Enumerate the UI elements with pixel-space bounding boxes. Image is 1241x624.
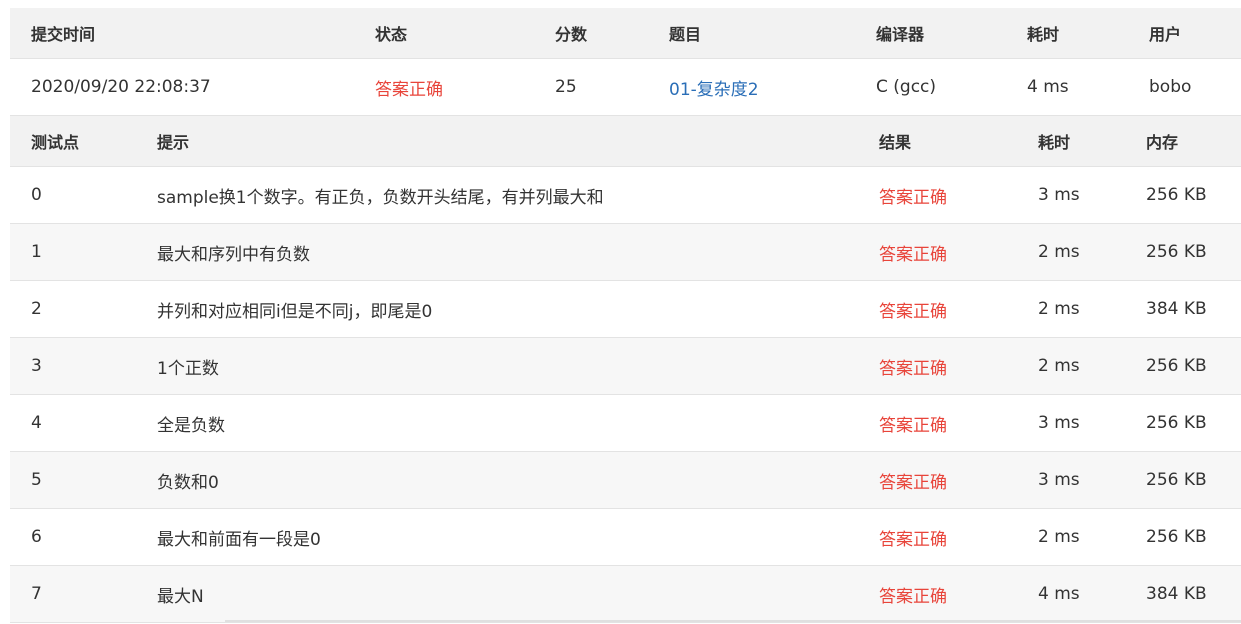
testcase-result: 答案正确	[879, 244, 947, 265]
testcase-memory: 256 KB	[1146, 527, 1207, 547]
testcase-memory: 256 KB	[1146, 470, 1207, 490]
testcase-hint: 最大N	[157, 586, 204, 607]
header-status: 状态	[375, 25, 408, 44]
status-badge: 答案正确	[375, 79, 443, 100]
compiler-value: C (gcc)	[876, 77, 937, 97]
submission-header-row: 提交时间 状态 分数 题目 编译器 耗时 用户	[10, 8, 1241, 59]
testcase-hint: 1个正数	[157, 358, 219, 379]
testcase-time: 3 ms	[1038, 413, 1080, 433]
header-memory: 内存	[1146, 133, 1179, 152]
testcase-id: 4	[31, 413, 42, 433]
testcase-hint: sample换1个数字。有正负，负数开头结尾，有并列最大和	[157, 187, 604, 208]
testcase-memory: 256 KB	[1146, 413, 1207, 433]
testcase-id: 5	[31, 470, 42, 490]
testcase-header-row: 测试点 提示 结果 耗时 内存	[10, 116, 1241, 167]
header-problem: 题目	[669, 25, 702, 44]
header-compiler: 编译器	[876, 25, 925, 44]
user-link[interactable]: bobo	[1149, 59, 1191, 115]
testcase-result: 答案正确	[879, 301, 947, 322]
testcase-memory: 256 KB	[1146, 242, 1207, 262]
table-row: 3 1个正数 答案正确 2 ms 256 KB	[10, 338, 1241, 395]
results-container: 提交时间 状态 分数 题目 编译器 耗时 用户 2020/09/20 22:08…	[10, 8, 1241, 623]
header-testcase: 测试点	[31, 133, 80, 152]
testcase-result: 答案正确	[879, 187, 947, 208]
testcase-id: 6	[31, 527, 42, 547]
table-row: 6 最大和前面有一段是0 答案正确 2 ms 256 KB	[10, 509, 1241, 566]
header-submit-time: 提交时间	[31, 25, 96, 44]
testcase-result: 答案正确	[879, 415, 947, 436]
testcase-memory: 384 KB	[1146, 584, 1207, 604]
table-row: 7 最大N 答案正确 4 ms 384 KB	[10, 566, 1241, 623]
submission-row: 2020/09/20 22:08:37 答案正确 25 01-复杂度2 C (g…	[10, 59, 1241, 116]
testcase-memory: 384 KB	[1146, 299, 1207, 319]
testcase-time: 2 ms	[1038, 356, 1080, 376]
testcase-result: 答案正确	[879, 586, 947, 607]
testcase-time: 2 ms	[1038, 527, 1080, 547]
table-row: 2 并列和对应相同i但是不同j，即尾是0 答案正确 2 ms 384 KB	[10, 281, 1241, 338]
testcase-hint: 最大和序列中有负数	[157, 244, 310, 265]
testcase-result: 答案正确	[879, 529, 947, 550]
testcase-hint: 最大和前面有一段是0	[157, 529, 321, 550]
testcase-time: 2 ms	[1038, 242, 1080, 262]
submit-time: 2020/09/20 22:08:37	[31, 77, 211, 97]
table-row: 0 sample换1个数字。有正负，负数开头结尾，有并列最大和 答案正确 3 m…	[10, 167, 1241, 224]
table-bottom-divider	[225, 620, 1241, 622]
testcase-hint: 负数和0	[157, 472, 219, 493]
header-score: 分数	[555, 25, 588, 44]
testcase-id: 3	[31, 356, 42, 376]
header-hint: 提示	[157, 133, 190, 152]
testcase-memory: 256 KB	[1146, 185, 1207, 205]
testcase-hint: 并列和对应相同i但是不同j，即尾是0	[157, 301, 433, 322]
testcase-time: 3 ms	[1038, 470, 1080, 490]
testcase-id: 0	[31, 185, 42, 205]
testcase-memory: 256 KB	[1146, 356, 1207, 376]
header-elapsed: 耗时	[1027, 25, 1060, 44]
testcase-hint: 全是负数	[157, 415, 225, 436]
testcase-result: 答案正确	[879, 358, 947, 379]
elapsed-value: 4 ms	[1027, 77, 1069, 97]
testcase-time: 2 ms	[1038, 299, 1080, 319]
score-value: 25	[555, 77, 577, 97]
testcase-id: 2	[31, 299, 42, 319]
header-time: 耗时	[1038, 133, 1071, 152]
table-row: 5 负数和0 答案正确 3 ms 256 KB	[10, 452, 1241, 509]
testcase-time: 4 ms	[1038, 584, 1080, 604]
table-row: 1 最大和序列中有负数 答案正确 2 ms 256 KB	[10, 224, 1241, 281]
header-user: 用户	[1149, 25, 1182, 44]
testcase-id: 1	[31, 242, 42, 262]
testcase-id: 7	[31, 584, 42, 604]
testcase-result: 答案正确	[879, 472, 947, 493]
header-result: 结果	[879, 133, 912, 152]
testcase-time: 3 ms	[1038, 185, 1080, 205]
problem-link[interactable]: 01-复杂度2	[669, 59, 759, 115]
table-row: 4 全是负数 答案正确 3 ms 256 KB	[10, 395, 1241, 452]
